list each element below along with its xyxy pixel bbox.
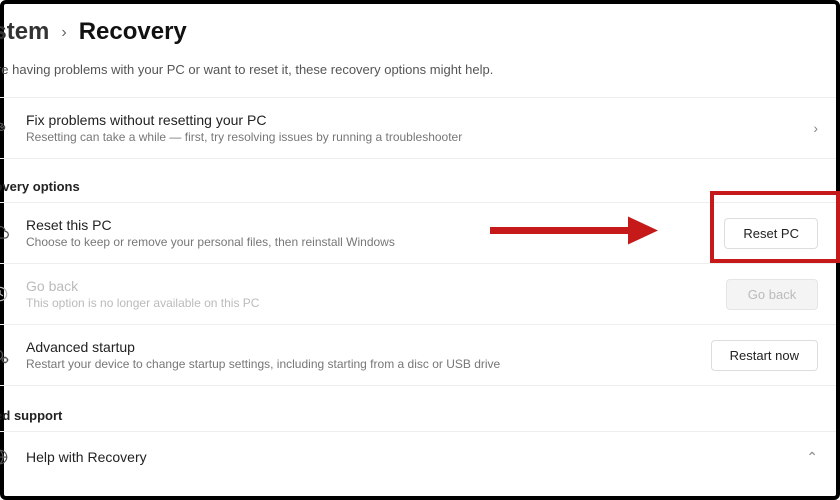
fix-problems-desc: Resetting can take a while — first, try … xyxy=(26,130,799,144)
fix-problems-title: Fix problems without resetting your PC xyxy=(26,112,799,128)
help-with-recovery-card[interactable]: Help with Recovery ⌃ xyxy=(0,431,836,482)
reset-this-pc-title: Reset this PC xyxy=(26,217,710,233)
cloud-reset-icon xyxy=(0,223,12,243)
chevron-up-icon: ⌃ xyxy=(806,449,818,466)
related-support-label: lated support xyxy=(0,386,836,431)
advanced-startup-card: Advanced startup Restart your device to … xyxy=(0,325,836,386)
globe-icon xyxy=(0,448,12,466)
breadcrumb: ystem › Recovery xyxy=(0,4,836,54)
advanced-startup-title: Advanced startup xyxy=(26,339,697,355)
go-back-card: Go back This option is no longer availab… xyxy=(0,264,836,325)
breadcrumb-parent[interactable]: ystem xyxy=(0,18,49,46)
go-back-desc: This option is no longer available on th… xyxy=(26,296,712,310)
reset-this-pc-desc: Choose to keep or remove your personal f… xyxy=(26,235,710,249)
fix-problems-card[interactable]: Fix problems without resetting your PC R… xyxy=(0,97,836,159)
advanced-startup-desc: Restart your device to change startup se… xyxy=(26,357,697,371)
breadcrumb-current: Recovery xyxy=(79,18,187,46)
chevron-right-icon: › xyxy=(813,120,818,136)
restart-now-button[interactable]: Restart now xyxy=(711,340,818,371)
recovery-options-label: ecovery options xyxy=(0,159,836,202)
go-back-title: Go back xyxy=(26,278,712,294)
help-with-recovery-title: Help with Recovery xyxy=(26,449,147,465)
history-icon xyxy=(0,284,12,304)
reset-pc-button[interactable]: Reset PC xyxy=(724,218,818,249)
wrench-icon xyxy=(0,119,12,137)
power-settings-icon xyxy=(0,345,12,365)
intro-text: ou're having problems with your PC or wa… xyxy=(0,54,836,97)
chevron-right-icon: › xyxy=(61,24,66,42)
reset-this-pc-card: Reset this PC Choose to keep or remove y… xyxy=(0,202,836,264)
go-back-button: Go back xyxy=(726,279,818,310)
